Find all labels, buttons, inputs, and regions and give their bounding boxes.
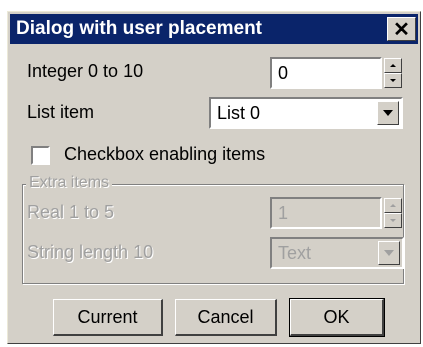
checkbox-label[interactable]: Checkbox enabling items <box>64 144 265 165</box>
dropdown-button[interactable] <box>377 101 399 125</box>
dropdown-button[interactable] <box>378 241 400 265</box>
spin-up-button[interactable] <box>384 58 402 73</box>
integer-label: Integer 0 to 10 <box>27 61 144 81</box>
chevron-down-icon <box>383 110 393 116</box>
dialog-window: Dialog with user placement ✕ Integer 0 t… <box>7 11 421 344</box>
current-button[interactable]: Current <box>53 299 163 336</box>
enable-items-checkbox[interactable] <box>31 146 50 165</box>
title-bar[interactable]: Dialog with user placement ✕ <box>10 14 418 44</box>
ok-button[interactable]: OK <box>289 298 385 337</box>
group-title: Extra items <box>26 174 113 192</box>
spin-down-button[interactable] <box>384 213 402 228</box>
list-label: List item <box>27 102 95 122</box>
string-label: String length 10 <box>27 242 154 262</box>
integer-input[interactable]: 0 <box>270 57 382 89</box>
list-select-value: List 0 <box>217 103 261 123</box>
real-input[interactable]: 1 <box>270 197 382 229</box>
window-title: Dialog with user placement <box>16 18 262 39</box>
chevron-down-icon <box>384 250 394 256</box>
integer-spinner[interactable] <box>384 58 402 88</box>
arrow-up-icon <box>390 64 396 67</box>
spin-up-button[interactable] <box>384 198 402 213</box>
real-spinner[interactable] <box>384 198 402 228</box>
arrow-up-icon <box>390 204 396 207</box>
arrow-down-icon <box>390 219 396 222</box>
list-select[interactable]: List 0 <box>209 97 403 129</box>
string-select[interactable]: Text <box>270 237 404 269</box>
close-button[interactable]: ✕ <box>387 17 416 41</box>
string-select-value: Text <box>278 243 312 263</box>
close-icon: ✕ <box>393 18 410 41</box>
cancel-button[interactable]: Cancel <box>175 299 277 336</box>
arrow-down-icon <box>390 79 396 82</box>
real-label: Real 1 to 5 <box>27 202 115 222</box>
spin-down-button[interactable] <box>384 73 402 88</box>
